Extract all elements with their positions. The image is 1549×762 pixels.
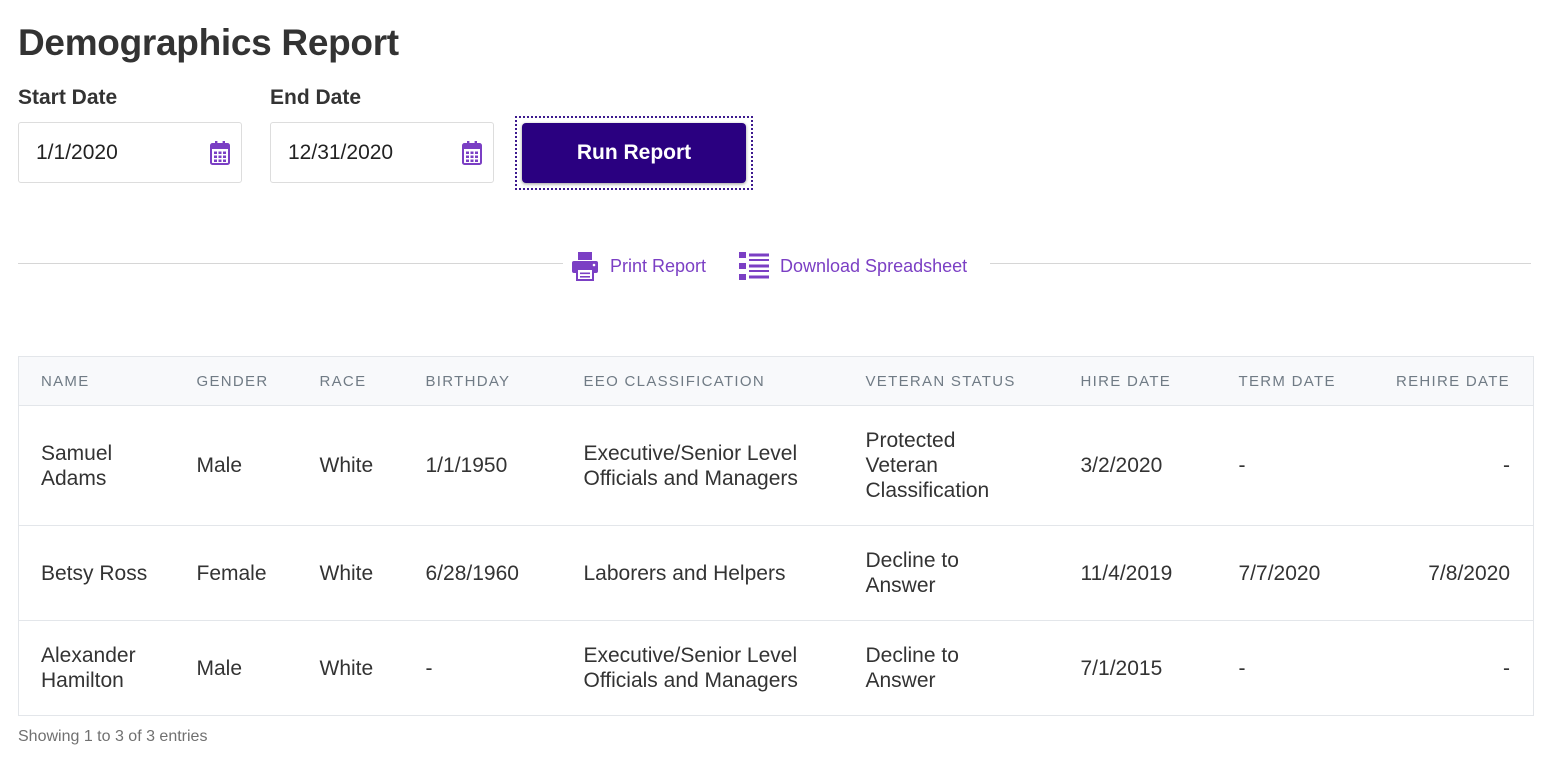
column-header-gender[interactable]: GENDER: [174, 356, 298, 406]
table-info-text: Showing 1 to 3 of 3 entries: [18, 728, 208, 745]
cell-race: White: [297, 525, 404, 621]
table-row: Alexander Hamilton Male White - Executiv…: [18, 620, 1534, 716]
table-header-row: NAME GENDER RACE BIRTHDAY EEO CLASSIFICA…: [18, 356, 1534, 406]
cell-hire-date: 11/4/2019: [1058, 525, 1217, 621]
table-row: Samuel Adams Male White 1/1/1950 Executi…: [18, 405, 1534, 526]
cell-term-date: -: [1216, 405, 1377, 526]
demographics-table: NAME GENDER RACE BIRTHDAY EEO CLASSIFICA…: [18, 356, 1534, 716]
divider-right: [990, 263, 1531, 264]
list-icon: [739, 252, 769, 280]
cell-race: White: [297, 405, 404, 526]
run-report-button[interactable]: Run Report: [522, 123, 746, 183]
download-spreadsheet-link[interactable]: Download Spreadsheet: [739, 250, 967, 282]
start-date-field[interactable]: [18, 122, 242, 183]
cell-eeo-classification: Executive/Senior Level Officials and Man…: [561, 620, 844, 716]
column-header-name[interactable]: NAME: [18, 356, 175, 406]
cell-rehire-date: -: [1376, 405, 1534, 526]
column-header-rehire-date[interactable]: REHIRE DATE: [1376, 356, 1534, 406]
divider-left: [18, 263, 563, 264]
cell-rehire-date: 7/8/2020: [1376, 525, 1534, 621]
cell-hire-date: 3/2/2020: [1058, 405, 1217, 526]
cell-term-date: -: [1216, 620, 1377, 716]
calendar-icon[interactable]: [462, 141, 482, 165]
cell-gender: Female: [174, 525, 298, 621]
column-header-veteran-status[interactable]: VETERAN STATUS: [843, 356, 1059, 406]
calendar-icon[interactable]: [210, 141, 230, 165]
cell-name: Betsy Ross: [18, 525, 175, 621]
cell-birthday: -: [403, 620, 562, 716]
cell-name: Alexander Hamilton: [18, 620, 175, 716]
page-title: Demographics Report: [18, 22, 399, 63]
end-date-field[interactable]: [270, 122, 494, 183]
cell-veteran-status: Protected Veteran Classification: [843, 405, 1059, 526]
cell-term-date: 7/7/2020: [1216, 525, 1377, 621]
column-header-birthday[interactable]: BIRTHDAY: [403, 356, 562, 406]
column-header-eeo-classification[interactable]: EEO CLASSIFICATION: [561, 356, 844, 406]
column-header-term-date[interactable]: TERM DATE: [1216, 356, 1377, 406]
cell-name: Samuel Adams: [18, 405, 175, 526]
table-row: Betsy Ross Female White 6/28/1960 Labore…: [18, 525, 1534, 621]
cell-gender: Male: [174, 620, 298, 716]
cell-eeo-classification: Executive/Senior Level Officials and Man…: [561, 405, 844, 526]
cell-birthday: 6/28/1960: [403, 525, 562, 621]
printer-icon: [572, 252, 598, 281]
cell-rehire-date: -: [1376, 620, 1534, 716]
end-date-input[interactable]: [271, 123, 451, 182]
print-report-link[interactable]: Print Report: [571, 250, 706, 282]
column-header-hire-date[interactable]: HIRE DATE: [1058, 356, 1217, 406]
cell-veteran-status: Decline to Answer: [843, 620, 1059, 716]
cell-hire-date: 7/1/2015: [1058, 620, 1217, 716]
cell-birthday: 1/1/1950: [403, 405, 562, 526]
run-report-focus-ring: Run Report: [515, 116, 753, 190]
start-date-input[interactable]: [19, 123, 199, 182]
cell-eeo-classification: Laborers and Helpers: [561, 525, 844, 621]
cell-race: White: [297, 620, 404, 716]
cell-veteran-status: Decline to Answer: [843, 525, 1059, 621]
end-date-label: End Date: [270, 86, 362, 109]
start-date-label: Start Date: [18, 86, 118, 109]
download-spreadsheet-label[interactable]: Download Spreadsheet: [780, 256, 967, 277]
cell-gender: Male: [174, 405, 298, 526]
print-report-label[interactable]: Print Report: [610, 256, 706, 277]
column-header-race[interactable]: RACE: [297, 356, 404, 406]
